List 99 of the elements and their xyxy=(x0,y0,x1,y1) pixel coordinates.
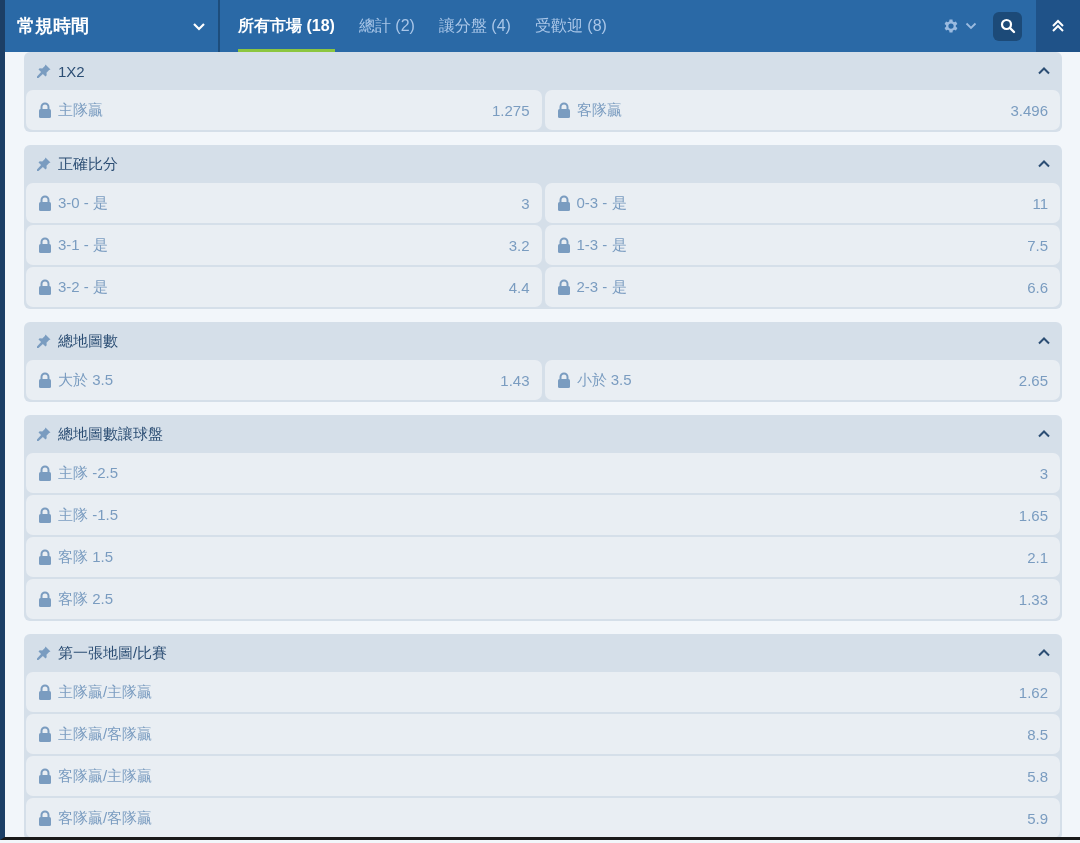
market-tab[interactable]: 讓分盤 (4) xyxy=(438,0,511,52)
odds-button[interactable]: 小於 3.5 2.65 xyxy=(544,360,1060,400)
odds-button[interactable]: 1-3 - 是 7.5 xyxy=(544,225,1060,265)
lock-icon xyxy=(38,684,52,700)
lock-icon xyxy=(38,726,52,742)
odds-button[interactable]: 客隊贏/主隊贏 5.8 xyxy=(26,756,1060,796)
outcome-label: 小於 3.5 xyxy=(576,370,633,390)
collapse-button[interactable] xyxy=(1036,0,1080,52)
market-title: 1X2 xyxy=(58,62,86,80)
odds-value: 2.65 xyxy=(1018,371,1048,389)
outcome-label: 主隊贏/客隊贏 xyxy=(58,724,154,744)
odds-value: 5.9 xyxy=(1027,809,1048,827)
lock-icon xyxy=(38,465,52,481)
odds-button[interactable]: 2-3 - 是 6.6 xyxy=(544,267,1060,307)
odds-button[interactable]: 3-1 - 是 3.2 xyxy=(26,225,542,265)
lock-icon xyxy=(556,195,571,211)
outcome-label: 客隊 2.5 xyxy=(58,589,115,609)
settings-button[interactable] xyxy=(942,17,977,35)
pin-icon xyxy=(36,333,52,349)
outcome-label: 3-0 - 是 xyxy=(58,193,109,213)
odds-value: 1.43 xyxy=(500,371,530,389)
odds-value: 5.8 xyxy=(1027,767,1048,785)
chevron-down-icon xyxy=(192,21,206,31)
lock-icon xyxy=(556,102,571,118)
pin-icon xyxy=(36,426,52,442)
odds-button[interactable]: 3-0 - 是 3 xyxy=(26,183,542,223)
odds-button[interactable]: 主隊 -2.5 3 xyxy=(26,453,1060,493)
period-label: 常規時間 xyxy=(17,15,89,38)
lock-icon xyxy=(38,810,52,826)
odds-button[interactable]: 客隊 2.5 1.33 xyxy=(26,579,1060,619)
outcome-label: 主隊 -1.5 xyxy=(58,505,119,525)
odds-button[interactable]: 客隊贏 3.496 xyxy=(544,90,1060,130)
market-title: 第一張地圖/比賽 xyxy=(58,643,169,663)
outcome-label: 主隊贏 xyxy=(58,100,104,120)
lock-icon xyxy=(38,591,52,607)
odds-value: 2.1 xyxy=(1027,548,1048,566)
odds-value: 7.5 xyxy=(1027,236,1048,254)
odds-value: 4.4 xyxy=(508,278,530,296)
odds-value: 3.2 xyxy=(508,236,530,254)
market-tab[interactable]: 受歡迎 (8) xyxy=(534,0,607,52)
odds-value: 1.275 xyxy=(491,101,530,119)
odds-value: 3 xyxy=(1039,464,1048,482)
odds-button[interactable]: 3-2 - 是 4.4 xyxy=(26,267,542,307)
market-header[interactable]: 1X2 xyxy=(26,52,1060,90)
outcome-label: 客隊贏/主隊贏 xyxy=(58,766,154,786)
outcome-label: 客隊贏 xyxy=(576,100,623,120)
lock-icon xyxy=(38,195,52,211)
odds-button[interactable]: 主隊贏/客隊贏 8.5 xyxy=(26,714,1060,754)
lock-icon xyxy=(556,372,571,388)
pin-icon xyxy=(36,645,52,661)
market-header[interactable]: 總地圖數 xyxy=(26,322,1060,360)
outcome-label: 客隊贏/客隊贏 xyxy=(58,808,154,828)
outcome-label: 3-1 - 是 xyxy=(58,235,109,255)
lock-icon xyxy=(556,279,571,295)
odds-button[interactable]: 大於 3.5 1.43 xyxy=(26,360,542,400)
outcome-label: 2-3 - 是 xyxy=(576,277,628,297)
odds-button[interactable]: 主隊贏/主隊贏 1.62 xyxy=(26,672,1060,712)
market-title: 總地圖數 xyxy=(58,331,119,351)
chevron-down-icon xyxy=(965,22,977,30)
market-title: 正確比分 xyxy=(58,154,119,174)
outcome-label: 主隊贏/主隊贏 xyxy=(58,682,154,702)
market-header[interactable]: 第一張地圖/比賽 xyxy=(26,634,1060,672)
odds-value: 1.62 xyxy=(1018,683,1048,701)
market-header[interactable]: 總地圖數讓球盤 xyxy=(26,415,1060,453)
lock-icon xyxy=(556,237,571,253)
lock-icon xyxy=(38,507,52,523)
odds-value: 11 xyxy=(1032,194,1048,212)
odds-button[interactable]: 客隊贏/客隊贏 5.9 xyxy=(26,798,1060,837)
settings-icon xyxy=(942,17,960,35)
double-chevron-up-icon xyxy=(1051,19,1065,33)
market-title: 總地圖數讓球盤 xyxy=(58,424,164,444)
odds-button[interactable]: 主隊 -1.5 1.65 xyxy=(26,495,1060,535)
search-icon xyxy=(999,18,1016,34)
outcome-label: 主隊 -2.5 xyxy=(58,463,119,483)
pin-icon xyxy=(36,156,52,172)
odds-value: 3 xyxy=(521,194,530,212)
odds-value: 1.33 xyxy=(1018,590,1048,608)
pin-icon xyxy=(36,63,52,79)
outcome-label: 1-3 - 是 xyxy=(576,235,628,255)
search-button[interactable] xyxy=(993,11,1022,41)
outcome-label: 3-2 - 是 xyxy=(58,277,109,297)
lock-icon xyxy=(38,279,52,295)
odds-button[interactable]: 主隊贏 1.275 xyxy=(26,90,542,130)
market-tab[interactable]: 總計 (2) xyxy=(358,0,415,52)
odds-value: 8.5 xyxy=(1027,725,1048,743)
odds-value: 6.6 xyxy=(1027,278,1048,296)
lock-icon xyxy=(38,237,52,253)
lock-icon xyxy=(38,372,52,388)
odds-value: 1.65 xyxy=(1018,506,1048,524)
odds-value: 3.496 xyxy=(1010,101,1048,119)
outcome-label: 客隊 1.5 xyxy=(58,547,115,567)
lock-icon xyxy=(38,549,52,565)
odds-button[interactable]: 0-3 - 是 11 xyxy=(544,183,1060,223)
outcome-label: 0-3 - 是 xyxy=(576,193,628,213)
market-header[interactable]: 正確比分 xyxy=(26,145,1060,183)
odds-button[interactable]: 客隊 1.5 2.1 xyxy=(26,537,1060,577)
lock-icon xyxy=(38,768,52,784)
lock-icon xyxy=(38,102,52,118)
outcome-label: 大於 3.5 xyxy=(58,370,115,390)
